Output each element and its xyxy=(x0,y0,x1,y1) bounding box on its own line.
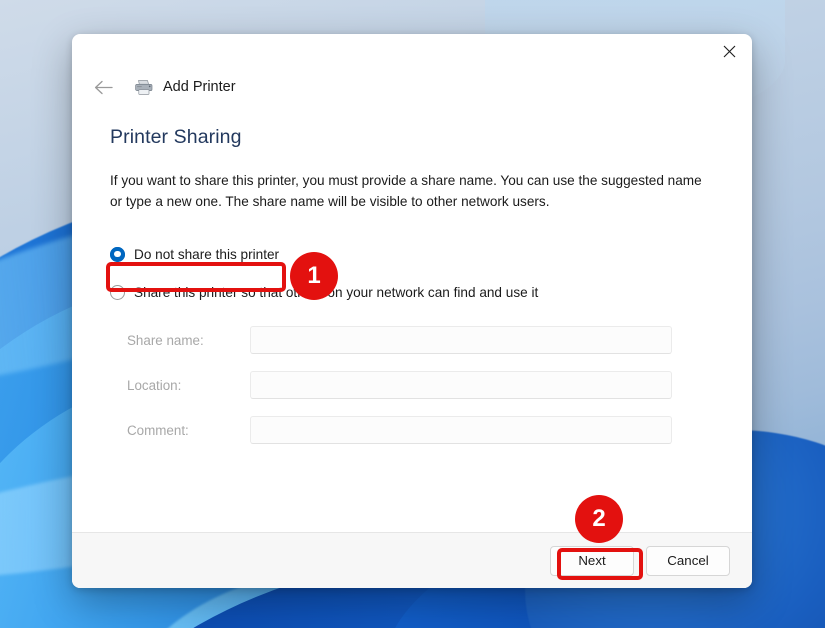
page-description: If you want to share this printer, you m… xyxy=(110,173,702,209)
printer-icon xyxy=(134,79,154,96)
radio-share-printer[interactable]: Share this printer so that others on you… xyxy=(110,280,538,304)
dialog-nav-row: Add Printer xyxy=(72,70,752,104)
comment-label: Comment: xyxy=(127,422,189,438)
dialog-body: Printer Sharing If you want to share thi… xyxy=(72,104,752,532)
radio-do-not-share[interactable]: Do not share this printer xyxy=(110,242,279,266)
field-row-location: Location: xyxy=(110,371,716,400)
comment-input[interactable] xyxy=(250,416,672,445)
share-name-label: Share name: xyxy=(127,332,204,348)
dialog-footer: Next Cancel xyxy=(72,532,752,588)
location-input[interactable] xyxy=(250,371,672,400)
page-title: Printer Sharing xyxy=(110,126,242,148)
cancel-button[interactable]: Cancel xyxy=(646,545,730,576)
share-details-form: Share name: Location: Comment: xyxy=(110,326,716,445)
next-button[interactable]: Next xyxy=(550,545,634,576)
radio-unselected-icon[interactable] xyxy=(110,284,125,300)
radio-do-not-share-label: Do not share this printer xyxy=(134,246,280,262)
share-name-input[interactable] xyxy=(250,326,672,355)
back-arrow-icon[interactable] xyxy=(88,72,118,102)
field-row-comment: Comment: xyxy=(110,416,716,445)
dialog-titlebar xyxy=(72,34,752,70)
location-label: Location: xyxy=(127,377,182,393)
desktop-background: Add Printer Printer Sharing If you want … xyxy=(0,0,825,628)
field-row-share-name: Share name: xyxy=(110,326,716,355)
close-icon[interactable] xyxy=(706,34,752,68)
add-printer-dialog: Add Printer Printer Sharing If you want … xyxy=(72,34,752,588)
dialog-title: Add Printer xyxy=(163,79,236,95)
radio-selected-icon[interactable] xyxy=(110,246,125,262)
radio-share-printer-label: Share this printer so that others on you… xyxy=(134,284,539,300)
